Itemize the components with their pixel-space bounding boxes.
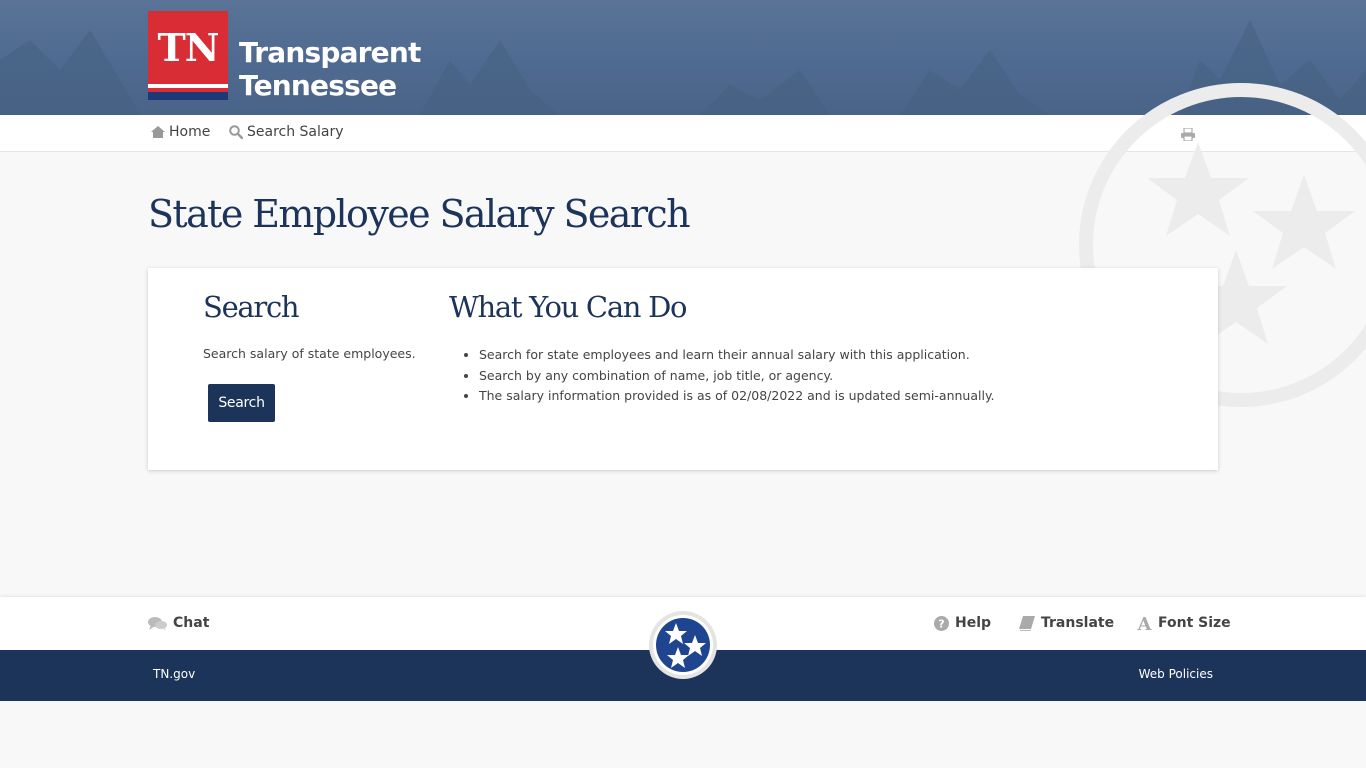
what-you-can-do-list: Search for state employees and learn the… — [479, 345, 995, 407]
font-size-button[interactable]: A Font Size — [1137, 615, 1231, 631]
logo-wordmark: Transparent Tennessee — [239, 36, 421, 102]
svg-text:?: ? — [938, 617, 944, 630]
search-description: Search salary of state employees. — [203, 346, 416, 361]
info-card: Search Search salary of state employees.… — [148, 268, 1218, 470]
svg-text:A: A — [1137, 615, 1152, 631]
chat-button[interactable]: Chat — [148, 615, 209, 631]
nav-home[interactable]: Home — [151, 124, 210, 140]
nav-search-label: Search Salary — [247, 124, 344, 140]
search-icon — [229, 125, 243, 139]
tn-gov-link[interactable]: TN.gov — [153, 667, 195, 681]
help-icon: ? — [934, 615, 949, 631]
web-policies-link[interactable]: Web Policies — [1139, 667, 1213, 681]
font-size-label: Font Size — [1158, 615, 1231, 631]
list-item: Search for state employees and learn the… — [479, 345, 995, 366]
chat-icon — [148, 616, 167, 631]
logo-line-1: Transparent — [239, 36, 421, 69]
search-button[interactable]: Search — [208, 384, 275, 422]
font-size-icon: A — [1137, 615, 1152, 631]
what-you-can-do-heading: What You Can Do — [449, 290, 688, 324]
list-item: Search by any combination of name, job t… — [479, 366, 995, 387]
chat-label: Chat — [173, 615, 210, 631]
tristar-seal-icon[interactable] — [648, 610, 718, 680]
book-icon — [1019, 615, 1035, 631]
logo-stripe-blue — [148, 92, 228, 100]
translate-label: Translate — [1041, 615, 1115, 631]
translate-button[interactable]: Translate — [1019, 615, 1114, 631]
tn-logo-mark: TN — [148, 11, 228, 100]
nav-home-label: Home — [169, 124, 211, 140]
search-heading: Search — [203, 290, 300, 324]
site-logo[interactable]: TN Transparent Tennessee — [148, 11, 421, 102]
page-title: State Employee Salary Search — [148, 192, 691, 236]
logo-stripe-white — [148, 84, 228, 88]
logo-mark-text: TN — [157, 25, 219, 70]
nav-search-salary[interactable]: Search Salary — [229, 124, 344, 140]
list-item: The salary information provided is as of… — [479, 386, 995, 407]
logo-line-2: Tennessee — [239, 69, 397, 102]
home-icon — [151, 126, 165, 138]
help-button[interactable]: ? Help — [934, 615, 991, 631]
help-label: Help — [955, 615, 992, 631]
